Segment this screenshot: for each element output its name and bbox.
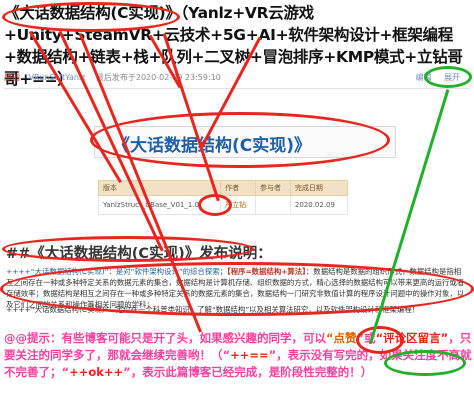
table-header: 版本 [97,180,222,196]
plus-annotation-ring [384,350,466,376]
original-badge: 原创 [4,73,20,82]
tip-text: ”，表示此篇博客已经完成，是阶段性完整的！） [123,365,373,379]
section-annotation-ring [2,236,254,262]
ok-marker: ++ok++ [69,365,124,379]
table-header: 参与者 [255,180,291,196]
paragraph-annotation-ring [0,262,474,316]
table-header: 作者 [220,180,256,196]
table-cell [255,195,291,215]
plus-marker: ++== [230,348,269,362]
table-cell: 2020.02.09 [289,195,349,215]
book-annotation-ring [90,112,390,168]
table-header: 完成日期 [289,180,349,196]
publish-date: 最后发布于2020-02-09 23:59:10 [95,73,221,82]
title-annotation-ring [2,2,180,32]
like-annotation-ring [356,326,404,354]
tip-text: @@提示：有些博客可能只是开了头，如果感兴趣的同学，可以 [4,331,326,345]
divider [4,88,470,89]
edit-annotation-ring [424,66,472,88]
